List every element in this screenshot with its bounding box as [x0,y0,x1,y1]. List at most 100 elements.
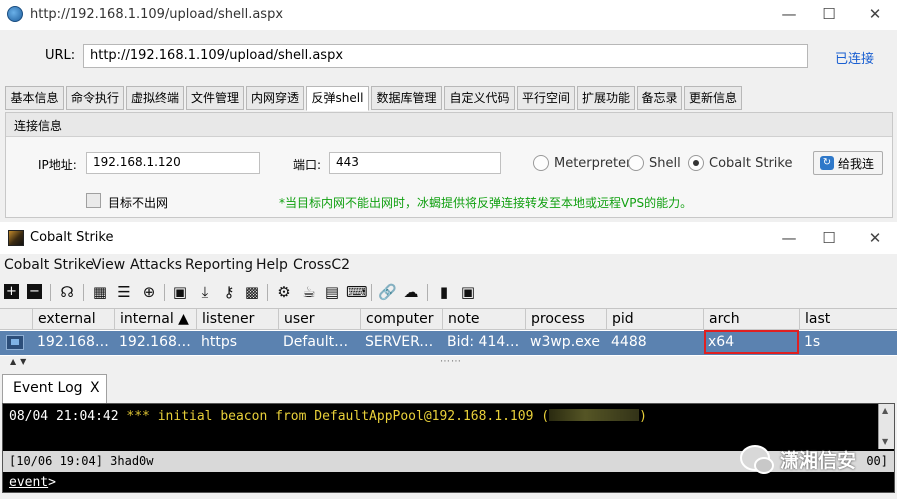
tab-virtual-terminal[interactable]: 虚拟终端 [126,86,184,110]
tab-tunnel[interactable]: 内网穿透 [246,86,304,110]
log-marker: *** [126,409,150,424]
cell-external: 192.168.… [37,334,114,350]
status-left: [10/06 19:04] 3had0w [9,454,154,468]
connection-panel: 连接信息 IP地址: 192.168.1.120 端口: 443 Meterpr… [5,112,893,218]
target-icon[interactable]: ⊕ [140,283,158,301]
pivot-graph-icon[interactable]: ▦ [91,283,109,301]
col-user[interactable]: user [278,309,360,330]
arch-highlight-box [704,330,799,354]
tab-basic-info[interactable]: 基本信息 [5,86,64,110]
minimize-button[interactable]: — [776,4,802,24]
settings-icon[interactable]: ⚙ [275,283,293,301]
beacon-icon [6,335,24,350]
tab-memo[interactable]: 备忘录 [637,86,682,110]
pane-splitter[interactable]: ▲▼ ⋯⋯ [0,356,897,374]
key-icon[interactable]: ⚷ [220,283,238,301]
session-list-icon[interactable]: ☰ [115,283,133,301]
col-external[interactable]: external [32,309,114,330]
console-prompt[interactable]: event> [9,475,56,490]
maximize-button[interactable]: ☐ [816,4,842,24]
tab-reverse-shell[interactable]: 反弹shell [306,86,369,111]
splitter-arrows-icon[interactable]: ▲▼ [10,357,30,366]
connect-button[interactable]: ↻ 给我连 [813,151,883,175]
url-bar: URL: http://192.168.1.109/upload/shell.a… [0,30,897,82]
download-icon[interactable]: ⤓ [196,283,214,301]
cobalt-strike-logo-icon [8,230,24,246]
link-icon[interactable]: 🔗 [378,283,397,301]
watermark-text: 潇湘信安 [780,450,857,472]
cell-last: 1s [804,334,821,350]
ip-input[interactable]: 192.168.1.120 [86,152,260,174]
connection-status: 已连接 [835,52,875,67]
col-arch[interactable]: arch [703,309,799,330]
col-process[interactable]: process [525,309,606,330]
credentials-icon[interactable]: ▣ [171,283,189,301]
console-icon[interactable]: ⌨ [346,283,368,301]
book-icon[interactable]: ▮ [435,283,453,301]
url-input[interactable]: http://192.168.1.109/upload/shell.aspx [83,44,808,68]
tab-file-manager[interactable]: 文件管理 [186,86,244,110]
scroll-up-icon[interactable]: ▲ [882,406,888,415]
toolbar-separator [371,284,372,301]
menu-cobalt-strike[interactable]: Cobalt Strike [4,257,94,273]
col-last[interactable]: last [799,309,897,330]
no-outbound-label: 目标不出网 [108,196,169,210]
log-message: initial beacon from DefaultAppPool@192.1… [149,409,550,424]
col-icon[interactable] [0,309,32,330]
screenshot-icon[interactable]: ▩ [243,283,261,301]
splitter-grip-icon[interactable]: ⋯⋯ [440,356,462,367]
tab-update-info[interactable]: 更新信息 [684,86,742,110]
document-icon[interactable]: ▤ [323,283,341,301]
cs-maximize-button[interactable]: ☐ [816,228,842,248]
cell-internal: 192.168.… [119,334,196,350]
prompt-word: event [9,475,49,490]
cloud-icon[interactable]: ☁ [402,283,420,301]
cell-pid: 4488 [611,334,647,350]
toolbar-separator [83,284,84,301]
cs-window-title: Cobalt Strike [30,230,114,245]
event-log-close-button[interactable]: X [90,380,100,396]
coffee-icon[interactable]: ☕ [300,283,318,301]
radio-cobalt-strike[interactable] [688,155,704,171]
tab-custom-code[interactable]: 自定义代码 [444,86,515,110]
col-pid[interactable]: pid [606,309,703,330]
tab-database[interactable]: 数据库管理 [371,86,442,110]
col-computer[interactable]: computer [360,309,442,330]
menu-reporting[interactable]: Reporting [185,257,253,273]
browser-titlebar: http://192.168.1.109/upload/shell.aspx —… [0,0,897,30]
radio-cobalt-strike-label: Cobalt Strike [709,156,793,171]
cs-close-button[interactable]: ✕ [862,228,888,248]
window-title: http://192.168.1.109/upload/shell.aspx [30,7,284,22]
app-icon [7,6,23,22]
menu-crossc2[interactable]: CrossC2 [293,257,350,273]
cell-process: w3wp.exe [530,334,600,350]
minus-icon[interactable]: − [27,284,42,299]
no-outbound-checkbox[interactable] [86,193,101,208]
menu-help[interactable]: Help [256,257,288,273]
headphones-icon[interactable]: ☊ [58,283,76,301]
col-listener[interactable]: listener [196,309,278,330]
cs-minimize-button[interactable]: — [776,228,802,248]
cs-menubar: Cobalt Strike View Attacks Reporting Hel… [0,254,897,278]
cs-titlebar: Cobalt Strike — ☐ ✕ [0,222,897,254]
tab-event-log[interactable]: Event Log X [2,374,107,403]
tab-parallel-space[interactable]: 平行空间 [517,86,575,110]
tab-extensions[interactable]: 扩展功能 [577,86,635,110]
event-log-tab-label: Event Log [13,380,83,396]
port-label: 端口: [293,158,322,172]
redacted-block [549,409,640,421]
cube-icon[interactable]: ▣ [459,283,477,301]
radio-shell[interactable] [628,155,644,171]
port-input[interactable]: 443 [329,152,501,174]
radio-meterpreter[interactable] [533,155,549,171]
toolbar-separator [267,284,268,301]
tab-command-exec[interactable]: 命令执行 [66,86,124,110]
webshell-manager-window: http://192.168.1.109/upload/shell.aspx —… [0,0,897,222]
panel-title: 连接信息 [6,113,892,137]
col-note[interactable]: note [442,309,525,330]
plus-icon[interactable]: + [4,284,19,299]
close-button[interactable]: ✕ [862,4,888,24]
col-internal[interactable]: internal ▲ [114,309,196,330]
menu-view[interactable]: View [92,257,125,273]
menu-attacks[interactable]: Attacks [130,257,182,273]
